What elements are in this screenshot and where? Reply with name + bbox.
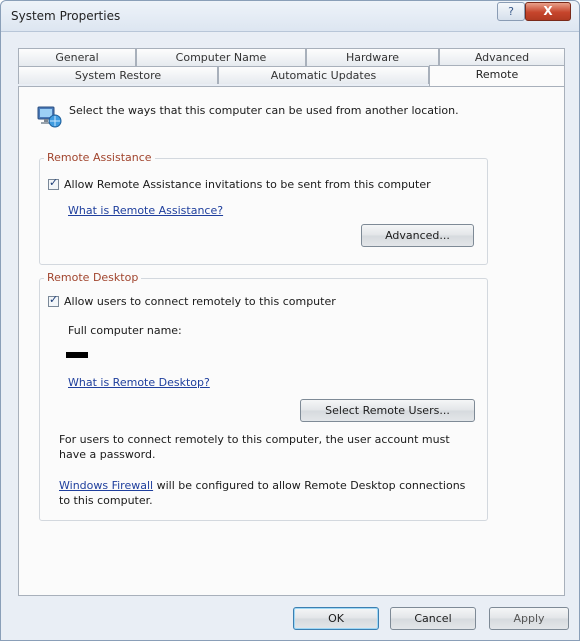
windows-firewall-link[interactable]: Windows Firewall [59, 479, 153, 492]
close-button[interactable]: X [525, 2, 571, 21]
cancel-button[interactable]: Cancel [390, 607, 476, 630]
remote-desktop-checkbox-label[interactable]: Allow users to connect remotely to this … [64, 295, 336, 308]
tab-remote[interactable]: Remote [429, 65, 565, 87]
remote-desktop-checkbox[interactable] [48, 293, 59, 307]
full-computer-name-label: Full computer name: [68, 324, 182, 337]
window-title: System Properties [11, 9, 121, 23]
ok-button[interactable]: OK [293, 607, 379, 630]
computer-network-icon [37, 106, 62, 128]
firewall-note-block: Windows Firewall will be configured to a… [59, 478, 479, 508]
remote-desktop-title: Remote Desktop [44, 271, 142, 284]
remote-assistance-checkbox-label[interactable]: Allow Remote Assistance invitations to b… [64, 178, 431, 191]
tab-hardware[interactable]: Hardware [306, 48, 439, 66]
remote-assistance-checkbox-row[interactable]: Allow Remote Assistance invitations to b… [48, 176, 431, 191]
tab-advanced[interactable]: Advanced [439, 48, 565, 66]
help-button[interactable]: ? [497, 2, 525, 21]
apply-button[interactable]: Apply [489, 607, 569, 630]
tab-system-restore[interactable]: System Restore [18, 66, 218, 84]
intro-text: Select the ways that this computer can b… [69, 104, 459, 117]
what-is-remote-assistance-link[interactable]: What is Remote Assistance? [68, 204, 223, 217]
tab-general[interactable]: General [18, 48, 136, 66]
advanced-button[interactable]: Advanced... [361, 224, 474, 247]
remote-assistance-title: Remote Assistance [44, 151, 155, 164]
system-properties-window: System Properties ? X General Computer N… [0, 0, 580, 641]
remote-desktop-group: Remote Desktop Allow users to connect re… [39, 271, 488, 521]
select-remote-users-button[interactable]: Select Remote Users... [300, 399, 475, 422]
remote-assistance-group: Remote Assistance Allow Remote Assistanc… [39, 151, 488, 265]
remote-desktop-checkbox-row[interactable]: Allow users to connect remotely to this … [48, 293, 336, 308]
tab-automatic-updates[interactable]: Automatic Updates [218, 66, 429, 84]
remote-assistance-checkbox[interactable] [48, 176, 59, 190]
password-note: For users to connect remotely to this co… [59, 433, 450, 461]
computer-name-redacted [66, 352, 88, 358]
remote-tab-panel: Select the ways that this computer can b… [18, 86, 565, 596]
tab-computer-name[interactable]: Computer Name [136, 48, 306, 66]
title-bar[interactable]: System Properties ? X [1, 1, 579, 32]
what-is-remote-desktop-link[interactable]: What is Remote Desktop? [68, 376, 210, 389]
